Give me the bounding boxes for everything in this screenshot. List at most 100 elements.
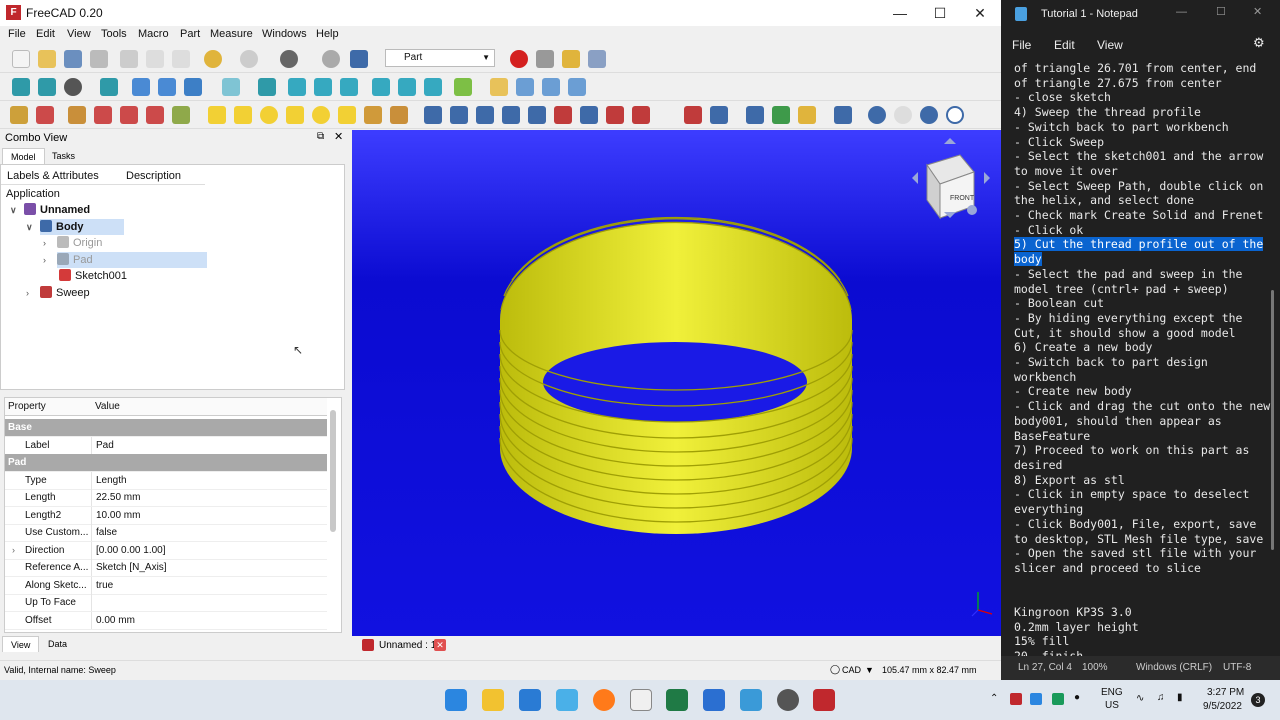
collapse-icon[interactable]: ∨ (26, 219, 33, 235)
tab-tasks[interactable]: Tasks (44, 148, 83, 164)
notepad-text-area[interactable]: of triangle 26.701 from center, end of t… (1014, 61, 1270, 664)
view-bottom-icon[interactable] (398, 78, 416, 96)
cylinder-icon[interactable] (234, 106, 252, 124)
copy-icon[interactable] (146, 50, 164, 68)
cut-icon[interactable] (120, 50, 138, 68)
macro-record-icon[interactable] (510, 50, 528, 68)
menu-help[interactable]: Help (316, 28, 339, 40)
draw-style-icon[interactable] (64, 78, 82, 96)
props-scrollbar[interactable] (330, 410, 336, 532)
file-explorer-icon[interactable] (482, 689, 504, 711)
prop-row-reference-axis[interactable]: Reference A... Sketch [N_Axis] (5, 559, 327, 577)
save-icon[interactable] (64, 50, 82, 68)
region-code[interactable]: US (1105, 700, 1119, 711)
notes-icon[interactable] (630, 689, 652, 711)
prop-row-length2[interactable]: Length2 10.00 mm (5, 507, 327, 525)
cross-sections-icon[interactable] (710, 106, 728, 124)
view-right-icon[interactable] (340, 78, 358, 96)
shape-builder-icon[interactable] (390, 106, 408, 124)
prop-row-length[interactable]: Length 22.50 mm (5, 489, 327, 507)
view-left-icon[interactable] (424, 78, 442, 96)
new-file-icon[interactable] (12, 50, 30, 68)
redo-icon[interactable] (240, 50, 258, 68)
chevron-down-icon[interactable]: ▼ (865, 665, 874, 675)
fillet-icon[interactable] (502, 106, 520, 124)
excel-icon[interactable] (666, 689, 688, 711)
prop-row-up-to-face[interactable]: Up To Face (5, 594, 327, 612)
tab-view[interactable]: View (2, 636, 40, 652)
chamfer-icon[interactable] (528, 106, 546, 124)
whats-this-icon[interactable] (350, 50, 368, 68)
part-icon[interactable] (490, 78, 508, 96)
threaded-cylinder-model[interactable]: FRONT (352, 130, 1001, 636)
menu-view[interactable]: View (1097, 38, 1123, 52)
tree-item-pad[interactable]: › Pad (43, 252, 207, 268)
torus-icon[interactable] (312, 106, 330, 124)
prop-row-type[interactable]: Type Length (5, 472, 327, 490)
view-isometric-icon[interactable] (258, 78, 276, 96)
minimize-button[interactable]: — (1176, 6, 1187, 18)
print-icon[interactable] (90, 50, 108, 68)
notepad-taskbar-icon[interactable] (556, 689, 578, 711)
battery-icon[interactable]: ▮ (1177, 692, 1183, 703)
view-top-icon[interactable] (314, 78, 332, 96)
cube-icon[interactable] (208, 106, 226, 124)
loft-icon[interactable] (606, 106, 624, 124)
primitives-icon[interactable] (364, 106, 382, 124)
close-button[interactable]: ✕ (1253, 5, 1262, 18)
expand-icon[interactable]: › (43, 252, 46, 268)
part-tool-5-icon[interactable] (120, 106, 138, 124)
boolean-icon[interactable] (868, 106, 886, 124)
bounding-box-icon[interactable] (100, 78, 118, 96)
maximize-button[interactable]: ☐ (920, 0, 960, 26)
menu-part[interactable]: Part (180, 28, 200, 40)
close-tab-icon[interactable]: ✕ (434, 639, 446, 651)
tree-item-origin[interactable]: › Origin (43, 235, 102, 251)
3d-viewport[interactable]: FRONT (352, 130, 1001, 636)
tree-item-sketch001[interactable]: Sketch001 (59, 268, 127, 284)
panel-close-icon[interactable]: ✕ (334, 130, 343, 143)
menu-measure[interactable]: Measure (210, 28, 253, 40)
prop-row-use-custom[interactable]: Use Custom... false (5, 524, 327, 542)
minimize-button[interactable]: — (880, 0, 920, 26)
mirror-icon[interactable] (476, 106, 494, 124)
prop-row-offset[interactable]: Offset 0.00 mm (5, 612, 327, 630)
nav-style[interactable]: CAD (842, 665, 861, 675)
expand-icon[interactable]: › (43, 235, 46, 251)
menu-edit[interactable]: Edit (36, 28, 55, 40)
thickness-icon[interactable] (772, 106, 790, 124)
make-link-icon[interactable] (542, 78, 560, 96)
settings-gear-icon[interactable]: ⚙ (1253, 35, 1265, 51)
prop-row-label[interactable]: Label Pad (5, 437, 327, 455)
open-folder-icon[interactable] (38, 50, 56, 68)
macro-stop-icon[interactable] (536, 50, 554, 68)
extrude-icon[interactable] (424, 106, 442, 124)
clock-app-icon[interactable] (777, 689, 799, 711)
menu-edit[interactable]: Edit (1054, 38, 1075, 52)
tray-app-icon-3[interactable] (1052, 693, 1064, 705)
menu-tools[interactable]: Tools (101, 28, 127, 40)
doc-tab-label[interactable]: Unnamed : 1* (379, 640, 440, 651)
fit-selection-icon[interactable] (38, 78, 56, 96)
photos-icon[interactable] (740, 689, 762, 711)
offset-icon[interactable] (746, 106, 764, 124)
menu-file[interactable]: File (8, 28, 26, 40)
fit-all-icon[interactable] (12, 78, 30, 96)
ruled-surface-icon[interactable] (580, 106, 598, 124)
tab-data[interactable]: Data (40, 636, 75, 652)
tube-icon[interactable] (338, 106, 356, 124)
link-icon[interactable] (184, 78, 202, 96)
sweep-icon[interactable] (632, 106, 650, 124)
maximize-button[interactable]: ☐ (1216, 5, 1226, 18)
cut-boolean-icon[interactable] (894, 106, 912, 124)
refresh-check-icon[interactable] (280, 50, 298, 68)
menu-view[interactable]: View (67, 28, 91, 40)
tree-item-body[interactable]: ∨ Body (26, 219, 124, 235)
paste-icon[interactable] (172, 50, 190, 68)
prop-group-pad[interactable]: Pad (5, 454, 327, 472)
wifi-icon[interactable]: ∿ (1136, 693, 1144, 704)
notification-badge[interactable]: 3 (1251, 693, 1265, 707)
sphere-icon[interactable] (260, 106, 278, 124)
collapse-icon[interactable]: ∨ (10, 202, 17, 218)
section-icon[interactable] (684, 106, 702, 124)
